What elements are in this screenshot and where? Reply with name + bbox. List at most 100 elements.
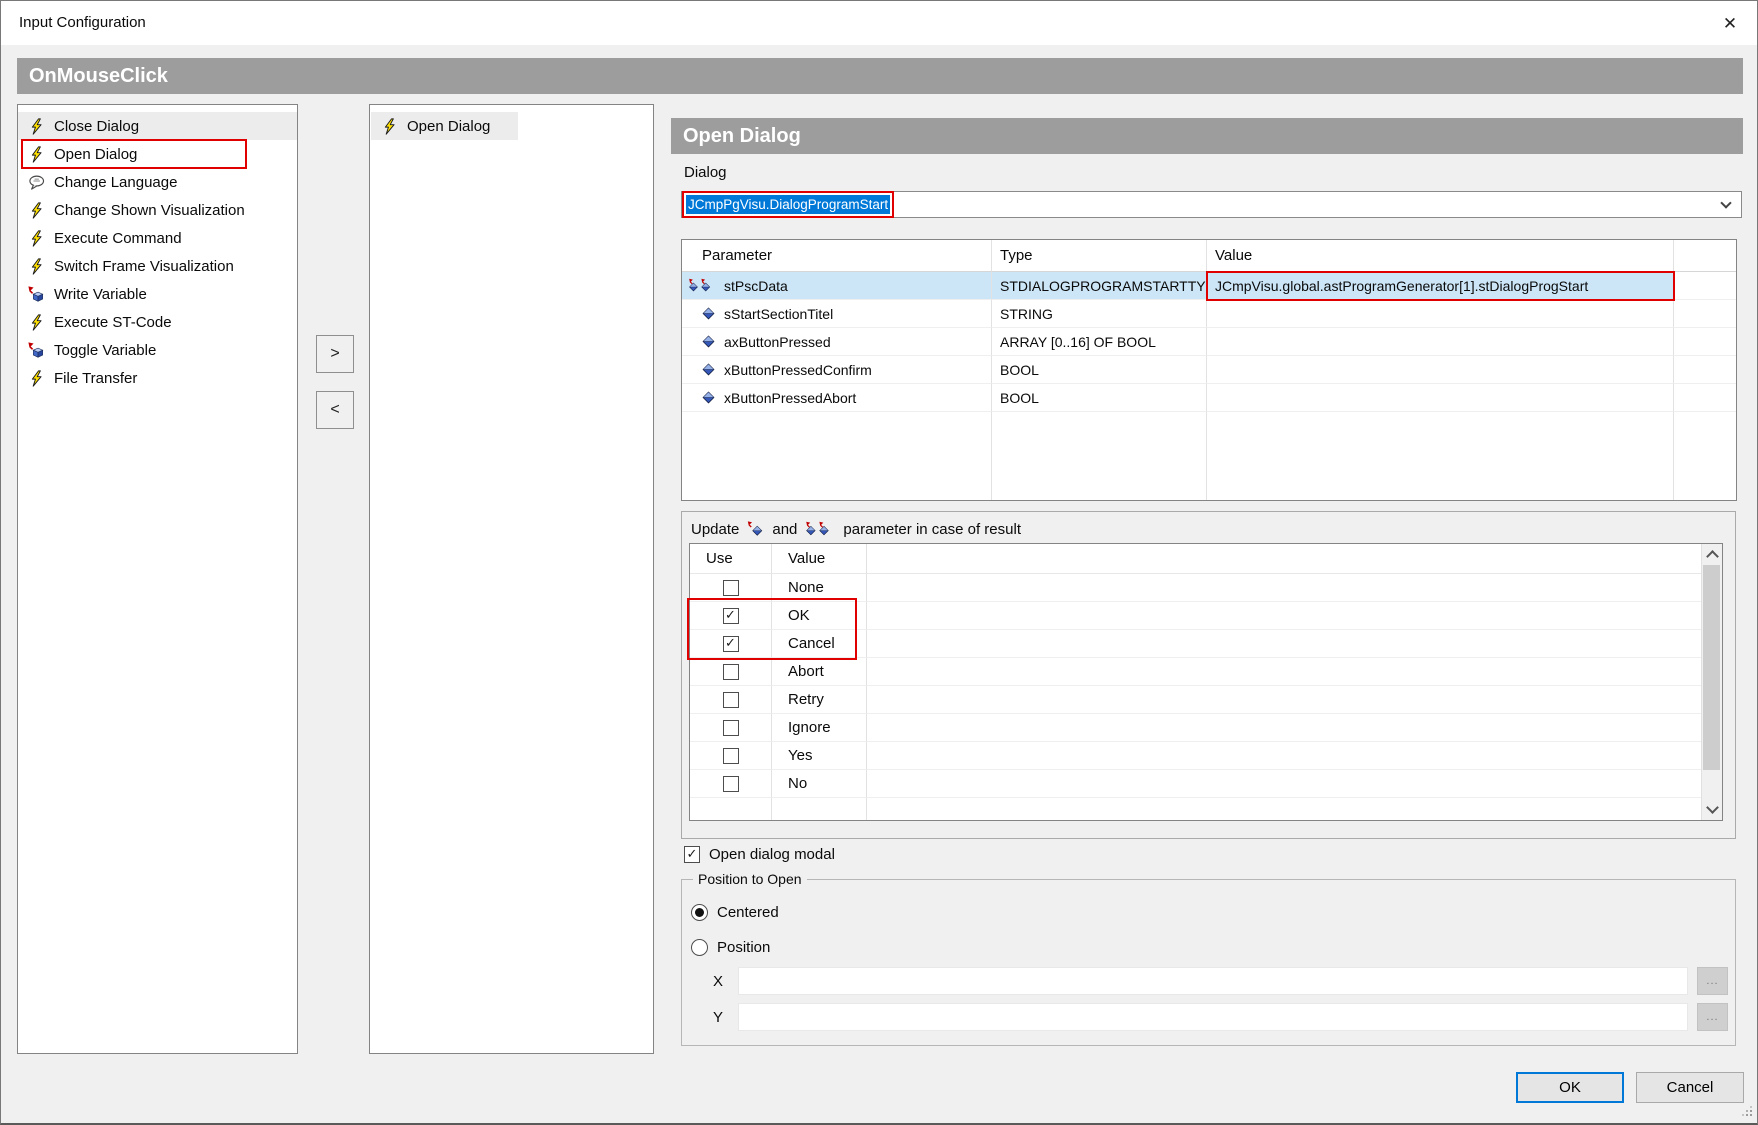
param-cell-axbuttonpressed[interactable]: axButtonPressed <box>682 328 992 356</box>
action-item-file-transfer[interactable]: File Transfer <box>18 364 297 392</box>
type-cell[interactable]: ARRAY [0..16] OF BOOL <box>992 328 1207 356</box>
parameter-icon <box>701 390 716 405</box>
type-cell[interactable]: BOOL <box>992 384 1207 412</box>
x-browse-button[interactable]: ... <box>1697 967 1728 995</box>
scrollbar-thumb[interactable] <box>1703 565 1720 770</box>
action-list: Close Dialog Open Dialog Change Language… <box>17 104 298 1054</box>
position-to-open-title: Position to Open <box>693 871 807 887</box>
action-item-toggle-variable[interactable]: Toggle Variable <box>18 336 297 364</box>
action-label: Change Shown Visualization <box>54 202 245 219</box>
column-header-use[interactable]: Use <box>690 544 772 574</box>
column-header-filler <box>867 544 1701 574</box>
x-position-input[interactable] <box>738 967 1688 995</box>
update-label-suffix: parameter in case of result <box>843 521 1021 538</box>
add-action-button[interactable]: > <box>316 335 354 373</box>
chevron-down-icon[interactable] <box>1720 197 1731 208</box>
action-item-execute-command[interactable]: Execute Command <box>18 224 297 252</box>
position-radio[interactable] <box>691 939 708 956</box>
action-item-write-variable[interactable]: Write Variable <box>18 280 297 308</box>
param-cell-sstartsectiontitel[interactable]: sStartSectionTitel <box>682 300 992 328</box>
checkbox-abort[interactable] <box>723 664 739 680</box>
action-item-execute-st-code[interactable]: Execute ST-Code <box>18 308 297 336</box>
action-label: Execute Command <box>54 230 182 247</box>
param-name: stPscData <box>724 278 788 294</box>
action-item-switch-frame-visualization[interactable]: Switch Frame Visualization <box>18 252 297 280</box>
open-dialog-modal-row[interactable]: Open dialog modal <box>684 846 835 863</box>
value-cell[interactable] <box>1207 356 1674 384</box>
close-icon[interactable]: ✕ <box>1715 9 1745 39</box>
centered-radio[interactable] <box>691 904 708 921</box>
update-result-label: Update and parameter in case of result <box>691 518 1021 540</box>
event-header: OnMouseClick <box>17 58 1743 94</box>
centered-radio-label: Centered <box>717 904 779 921</box>
result-row-filler <box>867 770 1701 798</box>
checkbox-none[interactable] <box>723 580 739 596</box>
checkbox-ignore[interactable] <box>723 720 739 736</box>
result-row-filler <box>867 658 1701 686</box>
filler-cell <box>1674 356 1736 384</box>
column-header-result-value[interactable]: Value <box>772 544 867 574</box>
action-label: Toggle Variable <box>54 342 156 359</box>
scroll-up-icon[interactable] <box>1702 544 1722 564</box>
value-cell[interactable] <box>1207 328 1674 356</box>
action-item-open-dialog[interactable]: Open Dialog <box>18 140 297 168</box>
result-row-filler <box>867 742 1701 770</box>
out-parameter-icon <box>747 521 764 537</box>
type-cell[interactable]: BOOL <box>992 356 1207 384</box>
type-cell[interactable]: STRING <box>992 300 1207 328</box>
param-cell-stpscdata[interactable]: stPscData <box>682 272 992 300</box>
value-cell[interactable] <box>1207 300 1674 328</box>
filler-cell <box>1674 328 1736 356</box>
input-configuration-dialog: Input Configuration ✕ OnMouseClick Close… <box>0 0 1758 1125</box>
lightning-icon <box>28 314 45 331</box>
centered-radio-row[interactable]: Centered <box>691 904 779 921</box>
checkbox-yes[interactable] <box>723 748 739 764</box>
dialog-field-label: Dialog <box>684 164 727 181</box>
position-radio-row[interactable]: Position <box>691 939 770 956</box>
type-cell[interactable]: STDIALOGPROGRAMSTARTTYPE <box>992 272 1207 300</box>
parameter-icon <box>701 306 716 321</box>
result-list-scrollbar[interactable] <box>1701 544 1722 820</box>
action-label: Switch Frame Visualization <box>54 258 234 275</box>
action-label: File Transfer <box>54 370 137 387</box>
checkbox-no[interactable] <box>723 776 739 792</box>
cancel-button[interactable]: Cancel <box>1636 1072 1744 1103</box>
table-empty-area <box>682 412 992 500</box>
checkbox-ok[interactable] <box>723 608 739 624</box>
y-browse-button[interactable]: ... <box>1697 1003 1728 1031</box>
action-label: Change Language <box>54 174 177 191</box>
table-empty-area <box>1207 412 1674 500</box>
result-row-filler <box>867 714 1701 742</box>
value-cell[interactable] <box>1207 384 1674 412</box>
checkbox-retry[interactable] <box>723 692 739 708</box>
ok-button[interactable]: OK <box>1516 1072 1624 1103</box>
remove-action-button[interactable]: < <box>316 391 354 429</box>
column-header-value[interactable]: Value <box>1207 240 1674 272</box>
param-name: xButtonPressedConfirm <box>724 362 872 378</box>
list-empty-area <box>690 798 772 820</box>
checkbox-cancel[interactable] <box>723 636 739 652</box>
column-header-filler <box>1674 240 1736 272</box>
y-position-input[interactable] <box>738 1003 1688 1031</box>
open-dialog-modal-checkbox[interactable] <box>684 846 700 863</box>
result-label-no: No <box>772 770 867 798</box>
action-label: Open Dialog <box>54 146 137 163</box>
resize-grip[interactable] <box>1738 1102 1754 1118</box>
action-item-change-language[interactable]: Change Language <box>18 168 297 196</box>
action-label: Execute ST-Code <box>54 314 172 331</box>
column-header-parameter[interactable]: Parameter <box>682 240 992 272</box>
update-label-and: and <box>772 521 797 538</box>
result-label-ignore: Ignore <box>772 714 867 742</box>
assigned-item-open-dialog[interactable]: Open Dialog <box>371 112 518 140</box>
param-name: xButtonPressedAbort <box>724 390 856 406</box>
scroll-down-icon[interactable] <box>1702 800 1722 820</box>
param-cell-xbuttonpressedconfirm[interactable]: xButtonPressedConfirm <box>682 356 992 384</box>
param-cell-xbuttonpressedabort[interactable]: xButtonPressedAbort <box>682 384 992 412</box>
inout-parameter-icon <box>805 521 835 537</box>
parameter-icon <box>701 334 716 349</box>
dialog-combobox[interactable]: JCmpPgVisu.DialogProgramStart <box>681 191 1742 218</box>
action-item-close-dialog[interactable]: Close Dialog <box>18 112 297 140</box>
action-item-change-shown-visualization[interactable]: Change Shown Visualization <box>18 196 297 224</box>
column-header-type[interactable]: Type <box>992 240 1207 272</box>
value-cell-stpscdata[interactable]: JCmpVisu.global.astProgramGenerator[1].s… <box>1207 272 1674 300</box>
